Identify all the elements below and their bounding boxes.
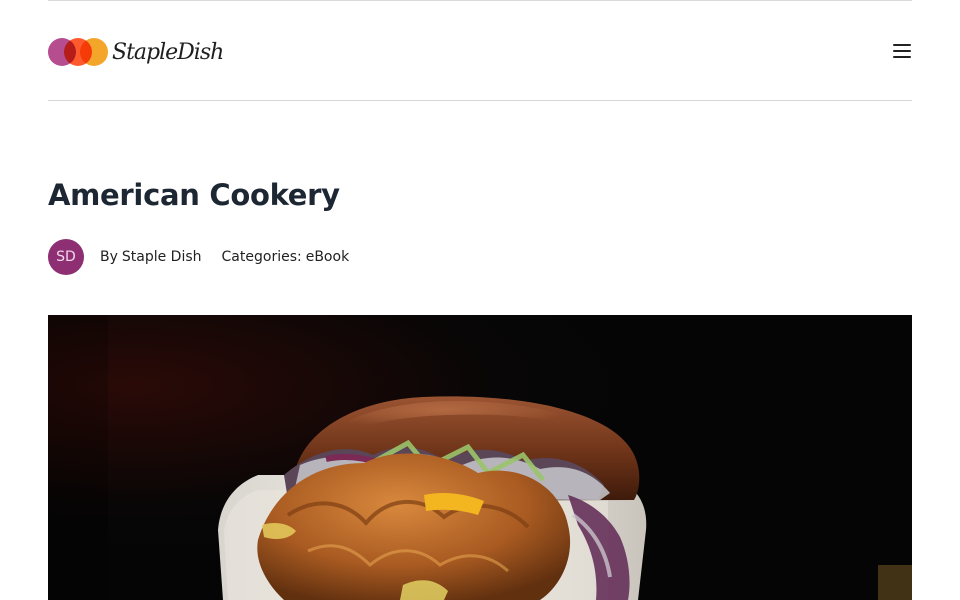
- avatar-initials: SD: [56, 249, 76, 265]
- category-link-ebook[interactable]: eBook: [306, 249, 349, 265]
- author-avatar[interactable]: SD: [48, 239, 84, 275]
- logo-text: StapleDish: [112, 39, 224, 65]
- post-meta: SD By Staple Dish Categories: eBook: [48, 239, 349, 275]
- hero-image: [48, 315, 912, 600]
- post-title: American Cookery: [48, 178, 340, 212]
- logo-fruit-icon: [48, 37, 110, 67]
- logo-orange-circle: [80, 38, 108, 66]
- page: StapleDish American Cookery SD By Staple…: [0, 0, 960, 600]
- site-logo-link[interactable]: StapleDish: [48, 36, 224, 68]
- categories-label: Categories:: [221, 249, 302, 265]
- author-prefix: By: [100, 249, 118, 265]
- site-header: StapleDish: [48, 1, 912, 101]
- hamburger-menu-icon[interactable]: [892, 41, 912, 61]
- author-link[interactable]: Staple Dish: [122, 249, 202, 265]
- burger-photo: [48, 315, 912, 600]
